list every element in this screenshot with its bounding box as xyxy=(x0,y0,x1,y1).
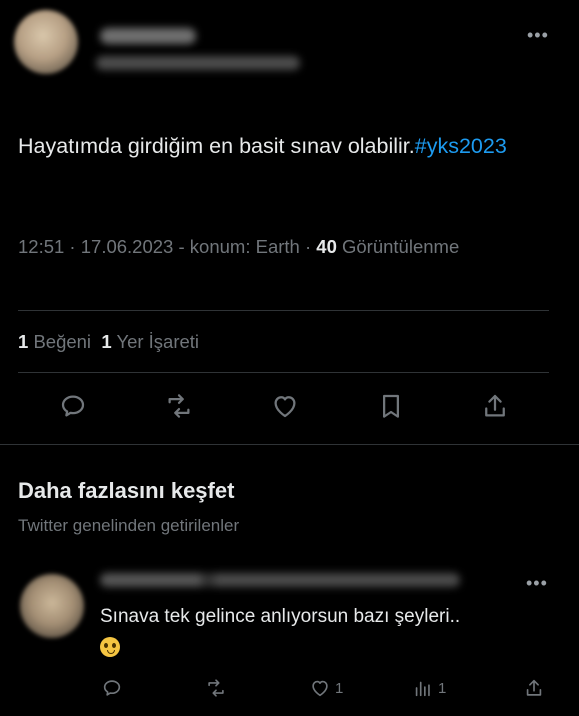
more-icon[interactable]: ••• xyxy=(526,574,548,592)
like-button[interactable] xyxy=(270,391,300,421)
pleading-face-emoji xyxy=(100,637,120,657)
tweet-header: ••• xyxy=(0,0,579,100)
discover-title: Daha fazlasını keşfet xyxy=(18,478,235,503)
reply-avatar[interactable] xyxy=(20,574,84,638)
hashtag-link[interactable]: #yks2023 xyxy=(415,134,507,158)
views-count: 40 xyxy=(316,236,337,257)
retweet-icon xyxy=(168,394,190,418)
reply-tweet-retweet-button[interactable] xyxy=(205,677,227,699)
tweet-meta: 12:51 · 17.06.2023 - konum: Earth · 40 G… xyxy=(18,236,460,257)
bookmarks-label: Yer İşareti xyxy=(116,331,200,352)
tweet-location: konum: Earth xyxy=(189,236,300,257)
author-name-redacted[interactable] xyxy=(100,28,196,44)
reply-icon xyxy=(61,395,85,417)
more-icon[interactable]: ••• xyxy=(527,26,549,44)
heart-icon xyxy=(274,396,296,418)
likes-stat[interactable]: 1 Beğeni xyxy=(18,331,91,352)
bookmarks-count: 1 xyxy=(101,331,112,352)
heart-icon xyxy=(312,680,328,697)
reply-tweet-body: Sınava tek gelince anlıyorsun bazı şeyle… xyxy=(100,606,461,627)
tweet-date[interactable]: 17.06.2023 xyxy=(81,236,174,257)
share-icon xyxy=(526,679,542,696)
reply-tweet-reply-button[interactable] xyxy=(101,677,123,699)
views-label: Görüntülenme xyxy=(342,236,460,257)
bookmark-icon xyxy=(383,394,399,418)
reply-tweet-like-button[interactable]: 1 xyxy=(309,677,343,699)
retweet-button[interactable] xyxy=(164,391,194,421)
tweet-time[interactable]: 12:51 xyxy=(18,236,64,257)
author-handle-redacted xyxy=(96,56,300,70)
reply-tweet-views-button[interactable]: 1 xyxy=(412,677,446,699)
tweet-text: Hayatımda girdiğim en basit sınav olabil… xyxy=(18,128,558,165)
reply-author-redacted[interactable] xyxy=(100,573,460,587)
avatar[interactable] xyxy=(14,10,78,74)
reply-tweet-text: Sınava tek gelince anlıyorsun bazı şeyle… xyxy=(100,601,480,665)
reply-view-count: 1 xyxy=(438,679,447,697)
likes-count: 1 xyxy=(18,331,29,352)
reply-tweet-share-button[interactable] xyxy=(523,677,545,699)
discover-subtitle: Twitter genelinden getirilenler xyxy=(18,516,240,535)
divider xyxy=(18,310,549,311)
bookmarks-stat[interactable]: 1 Yer İşareti xyxy=(101,331,199,352)
likes-label: Beğeni xyxy=(33,331,92,352)
divider xyxy=(18,372,549,373)
retweet-icon xyxy=(208,679,224,697)
engagement-stats: 1 Beğeni 1 Yer İşareti xyxy=(18,331,199,353)
reply-like-count: 1 xyxy=(335,679,344,697)
reply-button[interactable] xyxy=(58,391,88,421)
tweet-body: Hayatımda girdiğim en basit sınav olabil… xyxy=(18,134,415,158)
bookmark-button[interactable] xyxy=(376,391,406,421)
section-divider xyxy=(0,444,579,445)
views-icon xyxy=(415,681,430,697)
share-icon xyxy=(485,394,505,417)
reply-icon xyxy=(103,680,121,696)
share-button[interactable] xyxy=(480,391,510,421)
